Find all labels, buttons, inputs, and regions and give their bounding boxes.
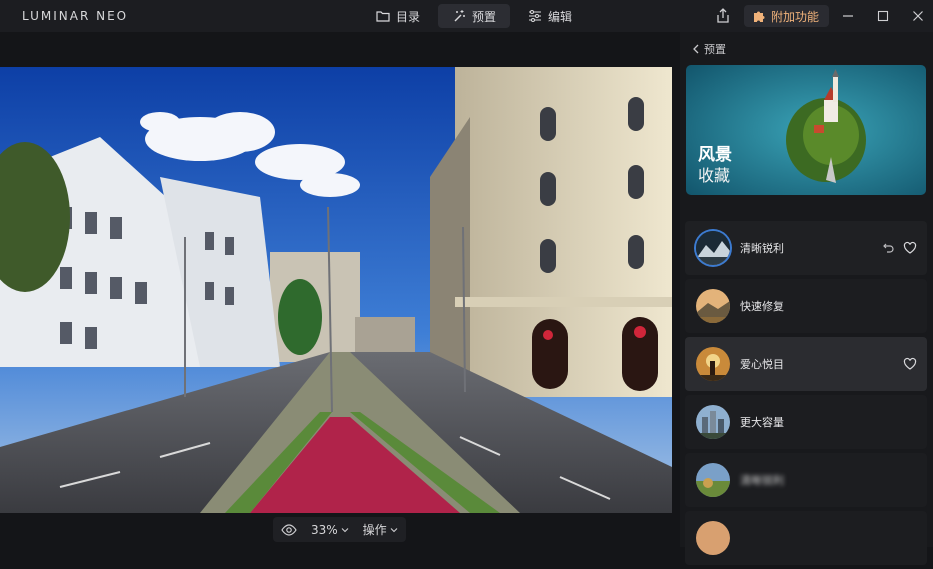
view-controls: 33% 操作 <box>273 517 406 542</box>
preset-thumbnail <box>696 521 730 555</box>
preset-item[interactable]: 快速修复 <box>685 279 927 333</box>
heart-icon <box>903 241 917 254</box>
folder-icon <box>376 11 390 22</box>
preset-label: 清晰锐利 <box>740 474 784 487</box>
close-icon <box>913 11 923 21</box>
actions-label: 操作 <box>362 523 387 537</box>
undo-icon <box>883 243 894 253</box>
preset-thumbnail <box>696 289 730 323</box>
preset-item[interactable]: 更大容量 <box>685 395 927 449</box>
tab-catalog-label: 目录 <box>396 9 421 24</box>
tab-catalog[interactable]: 目录 <box>362 4 434 28</box>
tab-edit[interactable]: 编辑 <box>514 4 586 28</box>
share-button[interactable] <box>714 7 732 25</box>
preset-thumbnail <box>696 463 730 497</box>
close-button[interactable] <box>908 6 928 26</box>
bottom-bar: 33% 操作 <box>0 514 680 547</box>
preset-item[interactable]: 清晰锐利 <box>685 453 927 507</box>
maximize-button[interactable] <box>873 6 893 26</box>
preset-label: 快速修复 <box>740 300 784 313</box>
preset-thumbnail <box>696 231 730 265</box>
preset-thumbnail <box>696 347 730 381</box>
addons-label: 附加功能 <box>771 9 820 24</box>
maximize-icon <box>877 10 889 22</box>
preset-label: 清晰锐利 <box>740 242 784 255</box>
addons-button[interactable]: 附加功能 <box>744 5 830 27</box>
zoom-dropdown[interactable]: 33% <box>311 523 349 537</box>
preset-item[interactable]: 清晰锐利 <box>685 221 927 275</box>
canvas-area <box>0 32 680 514</box>
puzzle-icon <box>754 11 765 22</box>
favorite-button[interactable] <box>903 240 919 256</box>
mode-tabs: 目录 预置 编辑 <box>362 4 586 28</box>
preset-list: 清晰锐利 快速修复 爱心悦目 更大容量 清晰锐利 <box>685 221 927 569</box>
minimize-button[interactable] <box>838 6 858 26</box>
preset-thumbnail <box>696 405 730 439</box>
tab-presets[interactable]: 预置 <box>438 4 511 28</box>
back-label: 预置 <box>704 43 726 56</box>
share-icon <box>717 8 729 23</box>
collection-title: 风景 <box>698 145 732 165</box>
presets-panel: 预置 风景 收藏 清晰锐利 快速修复 爱心悦目 更大容量 清晰锐利 <box>680 32 933 565</box>
tab-edit-label: 编辑 <box>548 9 573 24</box>
minimize-icon <box>843 15 853 17</box>
chevron-left-icon <box>693 44 699 54</box>
chevron-down-icon <box>390 527 398 532</box>
actions-dropdown[interactable]: 操作 <box>363 521 398 538</box>
preset-label: 更大容量 <box>740 416 784 429</box>
collection-banner[interactable]: 风景 收藏 <box>686 65 926 195</box>
sliders-icon <box>529 10 542 22</box>
magic-wand-icon <box>454 10 466 22</box>
street-photo <box>0 67 672 513</box>
chevron-down-icon <box>341 527 349 532</box>
title-bar: LUMINAR NEO 目录 预置 编辑 附加功能 <box>0 0 933 32</box>
favorite-button[interactable] <box>903 356 919 372</box>
preset-item[interactable] <box>685 511 927 565</box>
photo-preview[interactable] <box>0 67 672 513</box>
tab-presets-label: 预置 <box>472 9 497 24</box>
preset-label: 爱心悦目 <box>740 358 784 371</box>
collection-subtitle: 收藏 <box>698 166 731 185</box>
preset-item[interactable]: 爱心悦目 <box>685 337 927 391</box>
zoom-value: 33% <box>311 522 338 537</box>
eye-icon[interactable] <box>281 522 297 538</box>
app-logo: LUMINAR NEO <box>22 9 129 23</box>
undo-button[interactable] <box>881 240 897 256</box>
back-link[interactable]: 预置 <box>692 41 726 57</box>
heart-icon <box>903 357 917 370</box>
